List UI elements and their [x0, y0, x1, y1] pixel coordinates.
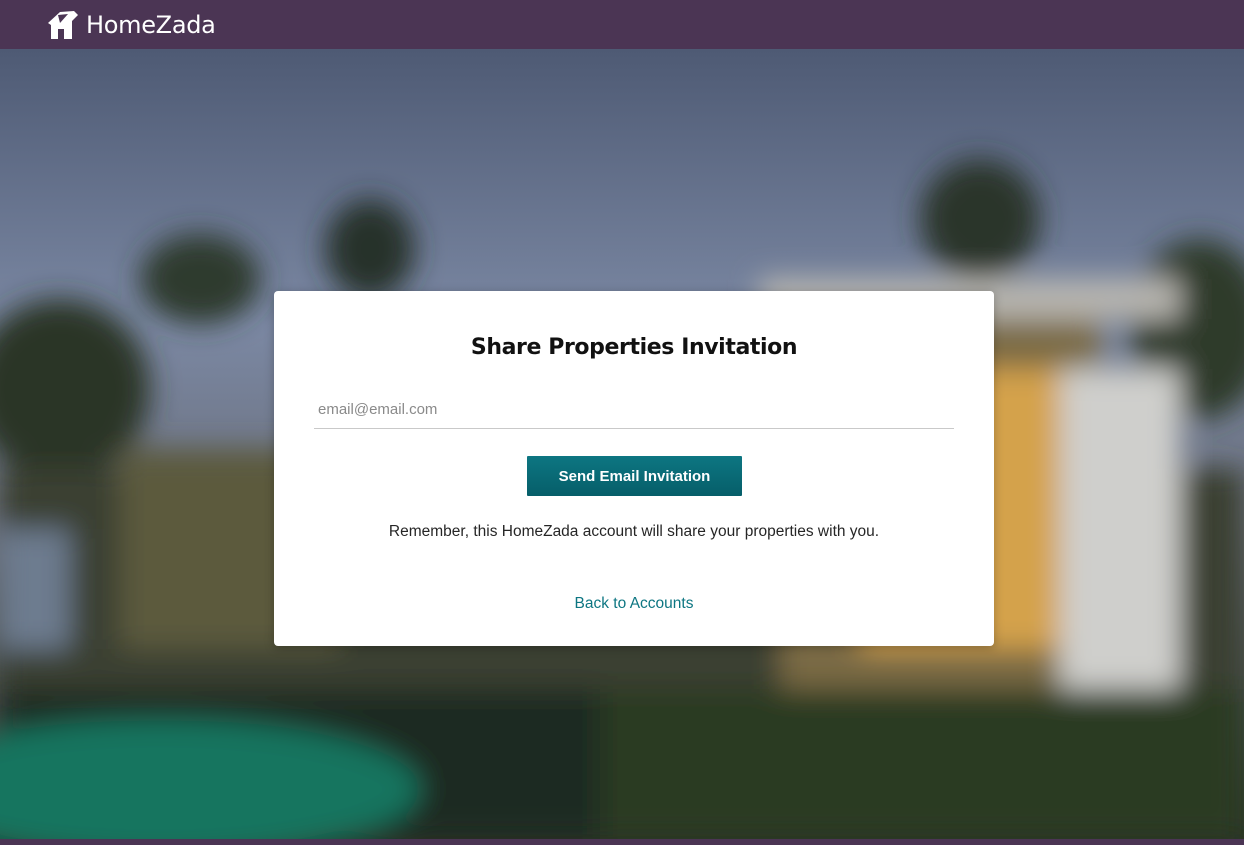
bottom-bar	[0, 839, 1244, 845]
house-logo-icon	[48, 10, 78, 39]
invitation-card: Share Properties Invitation Send Email I…	[274, 291, 994, 646]
email-input[interactable]	[314, 391, 954, 429]
brand-logo[interactable]: HomeZada	[46, 9, 216, 41]
page-title: Share Properties Invitation	[470, 335, 798, 360]
top-header: HomeZada	[0, 0, 1244, 49]
back-to-accounts-link[interactable]: Back to Accounts	[274, 595, 994, 613]
share-note-text: Remember, this HomeZada account will sha…	[388, 523, 880, 540]
send-email-invitation-button[interactable]: Send Email Invitation	[527, 456, 742, 496]
brand-name: HomeZada	[86, 10, 216, 39]
